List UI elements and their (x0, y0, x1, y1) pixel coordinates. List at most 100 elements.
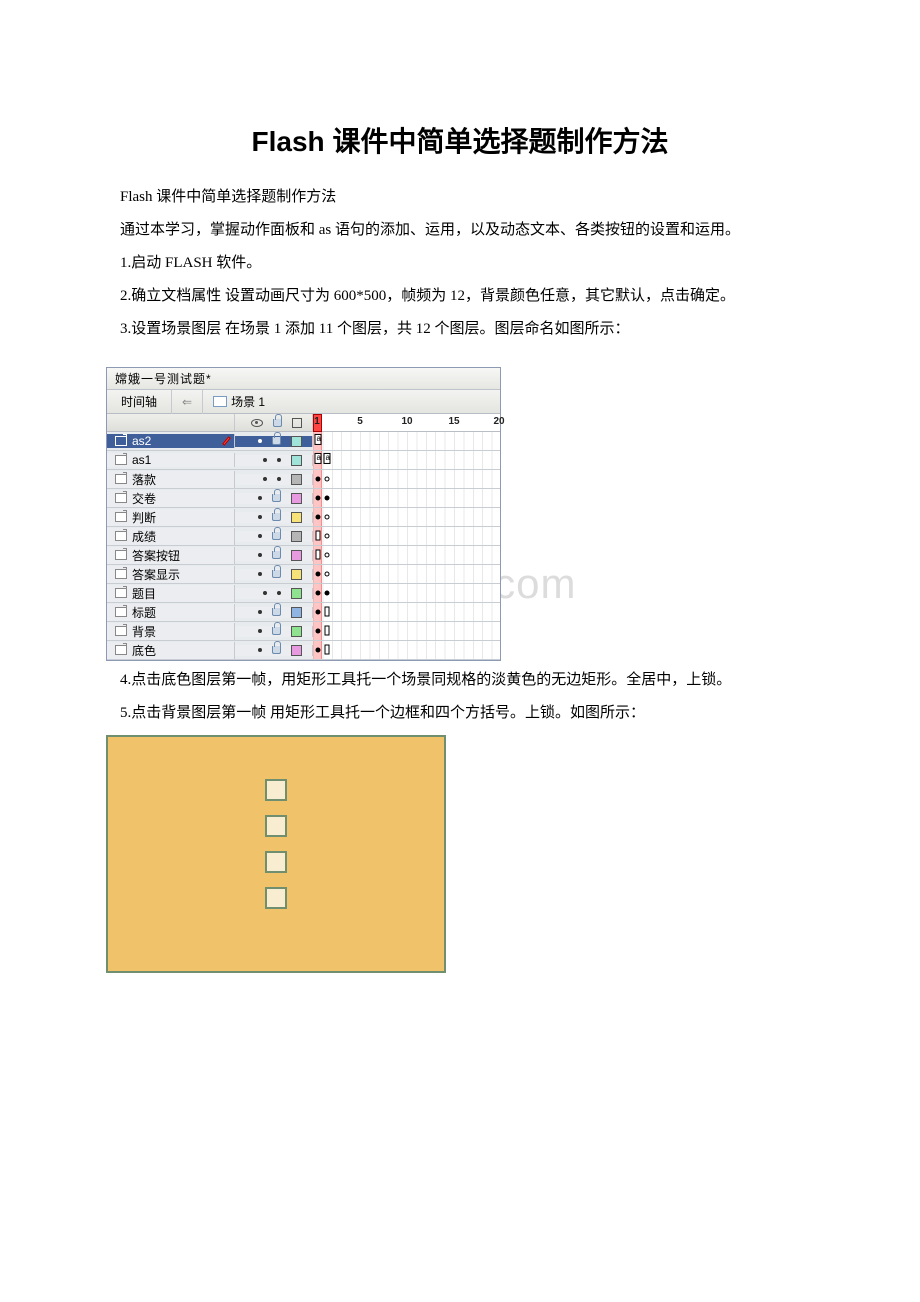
keyframe-icon[interactable] (325, 477, 330, 482)
layer-color-swatch[interactable] (291, 493, 302, 504)
timeline-tab[interactable]: 时间轴 (107, 390, 172, 414)
layer-row[interactable]: 题目 (107, 584, 500, 603)
layer-name-cell[interactable]: 落款 (107, 471, 235, 488)
visibility-dot-icon[interactable] (258, 610, 262, 614)
visibility-column-icon[interactable] (251, 419, 263, 427)
lock-icon[interactable] (272, 437, 281, 445)
keyframe-icon[interactable] (315, 434, 322, 445)
keyframe-icon[interactable] (325, 645, 330, 655)
keyframe-icon[interactable] (325, 572, 330, 577)
keyframe-icon[interactable] (316, 496, 321, 501)
layer-color-swatch[interactable] (291, 436, 302, 447)
layer-name-cell[interactable]: 题目 (107, 585, 235, 602)
keyframe-icon[interactable] (325, 553, 330, 558)
scene-selector[interactable]: 场景 1 (203, 390, 275, 414)
layer-row[interactable]: 答案显示 (107, 565, 500, 584)
keyframe-icon[interactable] (316, 550, 321, 560)
lock-icon[interactable] (272, 627, 281, 635)
layer-frames-cell[interactable] (313, 622, 500, 640)
layer-color-swatch[interactable] (291, 569, 302, 580)
visibility-dot-icon[interactable] (258, 515, 262, 519)
visibility-dot-icon[interactable] (258, 629, 262, 633)
keyframe-icon[interactable] (324, 453, 331, 464)
layer-frames-cell[interactable] (313, 584, 500, 602)
visibility-dot-icon[interactable] (258, 572, 262, 576)
visibility-dot-icon[interactable] (263, 591, 267, 595)
layer-color-swatch[interactable] (291, 474, 302, 485)
layer-frames-cell[interactable] (313, 451, 500, 469)
layer-frames-cell[interactable] (313, 489, 500, 507)
layer-color-swatch[interactable] (291, 550, 302, 561)
layer-frames-cell[interactable] (313, 470, 500, 488)
frame-ruler[interactable]: 1 5 10 15 20 (313, 414, 500, 431)
keyframe-icon[interactable] (315, 453, 322, 464)
layer-frames-cell[interactable] (313, 527, 500, 545)
layer-row[interactable]: 成绩 (107, 527, 500, 546)
keyframe-icon[interactable] (325, 496, 330, 501)
visibility-dot-icon[interactable] (258, 496, 262, 500)
visibility-dot-icon[interactable] (263, 458, 267, 462)
keyframe-icon[interactable] (325, 591, 330, 596)
lock-icon[interactable] (272, 513, 281, 521)
layer-color-swatch[interactable] (291, 607, 302, 618)
layer-row[interactable]: 背景 (107, 622, 500, 641)
layer-row[interactable]: as2 (107, 432, 500, 451)
layer-color-swatch[interactable] (291, 626, 302, 637)
back-arrow-icon[interactable]: ⇐ (172, 390, 203, 414)
keyframe-icon[interactable] (316, 531, 321, 541)
keyframe-icon[interactable] (325, 534, 330, 539)
keyframe-icon[interactable] (325, 626, 330, 636)
lock-column-icon[interactable] (273, 419, 282, 427)
layer-row[interactable]: 判断 (107, 508, 500, 527)
layer-name-cell[interactable]: 交卷 (107, 490, 235, 507)
layer-name-cell[interactable]: as1 (107, 453, 235, 467)
layer-color-swatch[interactable] (291, 531, 302, 542)
layer-color-swatch[interactable] (291, 455, 302, 466)
visibility-dot-icon[interactable] (258, 648, 262, 652)
layer-name-cell[interactable]: 成绩 (107, 528, 235, 545)
visibility-dot-icon[interactable] (258, 439, 262, 443)
layer-frames-cell[interactable] (313, 508, 500, 526)
layer-name-cell[interactable]: 判断 (107, 509, 235, 526)
keyframe-icon[interactable] (316, 648, 321, 653)
layer-name-cell[interactable]: 答案显示 (107, 566, 235, 583)
lock-dot-icon[interactable] (277, 591, 281, 595)
layer-frames-cell[interactable] (313, 603, 500, 621)
layer-color-swatch[interactable] (291, 645, 302, 656)
layer-frames-cell[interactable] (313, 641, 500, 659)
keyframe-icon[interactable] (325, 607, 330, 617)
lock-icon[interactable] (272, 551, 281, 559)
layer-frames-cell[interactable] (313, 546, 500, 564)
visibility-dot-icon[interactable] (258, 534, 262, 538)
keyframe-icon[interactable] (316, 591, 321, 596)
keyframe-icon[interactable] (316, 629, 321, 634)
lock-icon[interactable] (272, 570, 281, 578)
layer-row[interactable]: 标题 (107, 603, 500, 622)
layer-color-swatch[interactable] (291, 512, 302, 523)
layer-row[interactable]: 底色 (107, 641, 500, 660)
layer-row[interactable]: 交卷 (107, 489, 500, 508)
layer-name-cell[interactable]: 标题 (107, 604, 235, 621)
layer-row[interactable]: as1 (107, 451, 500, 470)
lock-icon[interactable] (272, 532, 281, 540)
visibility-dot-icon[interactable] (258, 553, 262, 557)
visibility-dot-icon[interactable] (263, 477, 267, 481)
keyframe-icon[interactable] (316, 610, 321, 615)
lock-dot-icon[interactable] (277, 458, 281, 462)
outline-column-icon[interactable] (292, 418, 302, 428)
keyframe-icon[interactable] (316, 477, 321, 482)
keyframe-icon[interactable] (316, 515, 321, 520)
layer-name-cell[interactable]: 背景 (107, 623, 235, 640)
layer-row[interactable]: 落款 (107, 470, 500, 489)
lock-dot-icon[interactable] (277, 477, 281, 481)
layer-name-cell[interactable]: 答案按钮 (107, 547, 235, 564)
layer-name-cell[interactable]: as2 (107, 434, 235, 448)
lock-icon[interactable] (272, 494, 281, 502)
keyframe-icon[interactable] (325, 515, 330, 520)
lock-icon[interactable] (272, 608, 281, 616)
layer-row[interactable]: 答案按钮 (107, 546, 500, 565)
layer-name-cell[interactable]: 底色 (107, 642, 235, 659)
layer-frames-cell[interactable] (313, 432, 500, 450)
layer-color-swatch[interactable] (291, 588, 302, 599)
lock-icon[interactable] (272, 646, 281, 654)
